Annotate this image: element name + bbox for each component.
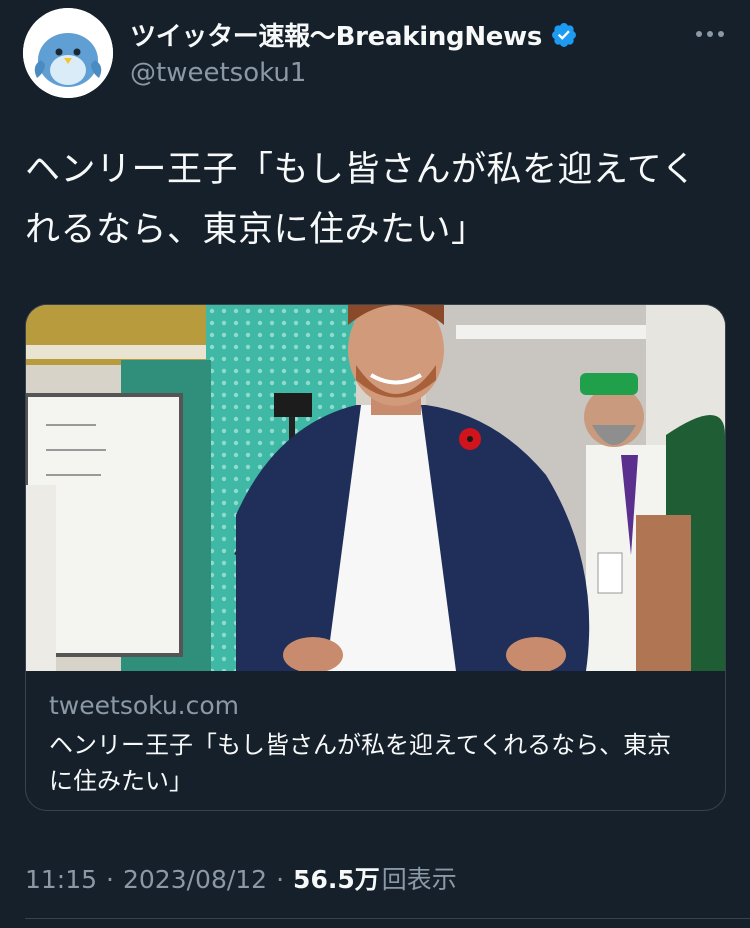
views-count[interactable]: 56.5万 bbox=[293, 860, 380, 896]
tweet-date[interactable]: 2023/08/12 bbox=[123, 865, 267, 894]
tweet-meta: 11:15 · 2023/08/12 · 56.5万 回表示 bbox=[25, 860, 457, 896]
meta-separator: · bbox=[106, 865, 114, 894]
article-photo[interactable] bbox=[26, 305, 725, 671]
more-icon[interactable] bbox=[690, 22, 730, 46]
card-title: ヘンリー王子「もし皆さんが私を迎えてくれるなら、東京に住みたい」 bbox=[49, 731, 672, 795]
tweet-text: ヘンリー王子「もし皆さんが私を迎えてくれるなら、東京に住みたい」 bbox=[25, 150, 697, 250]
divider bbox=[25, 918, 750, 919]
author-handle[interactable]: @tweetsoku1 bbox=[130, 58, 306, 88]
tweet-time[interactable]: 11:15 bbox=[25, 865, 97, 894]
bird-avatar-icon[interactable] bbox=[23, 8, 113, 98]
views-label: 回表示 bbox=[381, 865, 457, 894]
author-display-name[interactable]: ツイッター速報〜BreakingNews bbox=[130, 16, 542, 53]
tweet-header: ツイッター速報〜BreakingNews @tweetsoku1 bbox=[0, 0, 750, 110]
verified-badge-icon bbox=[550, 21, 578, 49]
link-card[interactable]: tweetsoku.com ヘンリー王子「もし皆さんが私を迎えてくれるなら、東京… bbox=[25, 304, 726, 811]
author-name-row: ツイッター速報〜BreakingNews bbox=[130, 16, 578, 53]
meta-separator: · bbox=[276, 865, 285, 894]
card-domain: tweetsoku.com bbox=[49, 691, 240, 720]
